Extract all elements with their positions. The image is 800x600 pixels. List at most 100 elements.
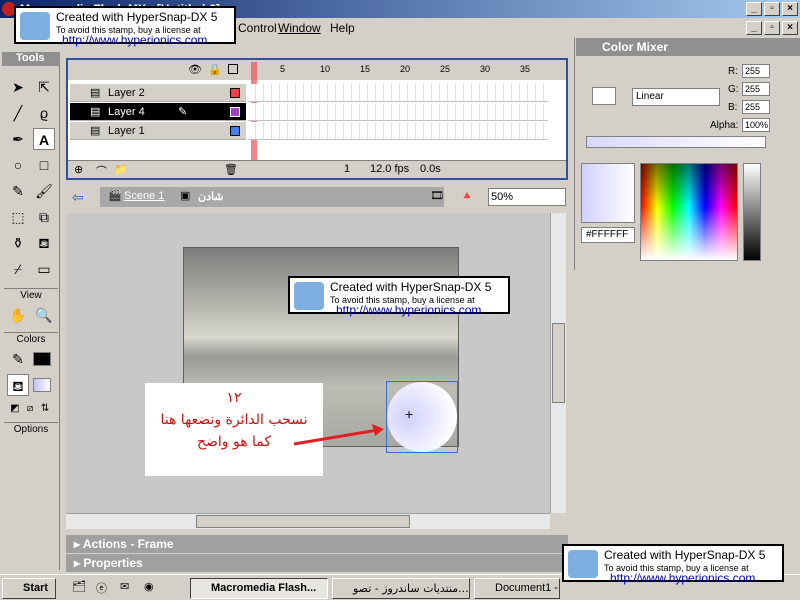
scroll-thumb[interactable]	[552, 323, 565, 403]
scene-link[interactable]: Scene 1	[124, 190, 164, 202]
layer-row[interactable]: ▤ Layer 2	[70, 84, 246, 102]
current-frame: 1	[344, 163, 351, 175]
menu-control[interactable]: Control	[238, 21, 277, 35]
stroke-color-icon[interactable]: ✎	[7, 348, 29, 370]
layer-frames[interactable]	[248, 122, 548, 140]
ink-bottle-tool-icon[interactable]: ⚱	[7, 232, 29, 254]
actions-panel-header[interactable]: ▸ Actions - Frame	[66, 535, 568, 553]
crosshair-icon: +	[405, 406, 414, 422]
horizontal-scrollbar[interactable]	[66, 513, 550, 529]
brightness-slider[interactable]	[743, 163, 761, 261]
annotation-number: ١٢	[226, 390, 242, 406]
insert-folder-icon[interactable]: 📁	[114, 163, 128, 176]
fill-color-icon[interactable]: ⛾	[7, 374, 29, 396]
add-guide-layer-icon[interactable]: ⌒	[96, 163, 107, 179]
delete-layer-icon[interactable]: 🗑	[224, 163, 238, 176]
start-button[interactable]: Start	[2, 578, 56, 599]
layer-frames[interactable]	[248, 84, 548, 102]
gradient-circle[interactable]	[387, 382, 457, 452]
doc-restore-button[interactable]: ▫	[764, 21, 780, 35]
symbol-name: شادن	[198, 191, 224, 203]
free-transform-tool-icon[interactable]: ⬚	[7, 206, 29, 228]
lasso-tool-icon[interactable]: ϱ	[33, 102, 55, 124]
b-label: B:	[728, 102, 738, 113]
taskbar-word[interactable]: Document1 -	[474, 578, 560, 599]
ie-icon[interactable]: ⓔ	[96, 580, 107, 596]
color-mixer-title: Color Mixer	[602, 40, 669, 54]
gradient-definition-bar[interactable]	[586, 136, 766, 148]
vertical-scrollbar[interactable]	[550, 213, 566, 513]
panel-expand-icon: ▸	[74, 537, 83, 551]
edit-symbol-icon[interactable]: 🔺	[460, 189, 474, 202]
restore-button[interactable]: ▫	[764, 2, 780, 16]
paint-bucket-tool-icon[interactable]: ⛾	[33, 232, 55, 254]
insert-layer-icon[interactable]: ⊕	[74, 163, 83, 176]
pen-tool-icon[interactable]: ✒	[7, 128, 29, 150]
actions-panel-title: Actions - Frame	[82, 537, 174, 551]
fill-transform-tool-icon[interactable]: ⧉	[33, 206, 55, 228]
alpha-field[interactable]: 100%	[742, 118, 770, 132]
hand-tool-icon[interactable]: ✋	[7, 304, 29, 326]
layer-name: Layer 2	[108, 87, 145, 99]
taskbar-flash[interactable]: Macromedia Flash...	[190, 578, 328, 599]
frame-rate: 12.0 fps	[370, 163, 410, 175]
zoom-tool-icon[interactable]: 🔍	[33, 304, 55, 326]
layer-row[interactable]: ▤ Layer 4 ✎	[70, 103, 246, 121]
timeline-header: 👁 🔒 5 10 15 20 25 30 35	[68, 60, 566, 80]
line-tool-icon[interactable]: ╱	[7, 102, 29, 124]
frame-tick: 5	[280, 64, 286, 74]
scroll-thumb[interactable]	[196, 515, 410, 528]
text-tool-icon[interactable]: A	[33, 128, 55, 150]
taskbar-browser[interactable]: منتديات ساندروز - تصو...	[332, 578, 470, 599]
eyedropper-tool-icon[interactable]: ⌿	[7, 258, 29, 280]
r-label: R:	[728, 66, 738, 77]
zoom-select[interactable]: 50%	[488, 188, 566, 206]
edit-scene-icon[interactable]: 🎞	[430, 189, 444, 202]
color-mixer-header[interactable]: Color Mixer	[576, 38, 800, 56]
close-button[interactable]: ×	[782, 2, 798, 16]
layer-frames[interactable]	[248, 103, 548, 121]
arrow-tool-icon[interactable]: ➤	[7, 76, 29, 98]
properties-panel-title: Properties	[83, 556, 143, 570]
layer-color-swatch[interactable]	[230, 107, 240, 117]
layer-color-swatch[interactable]	[230, 88, 240, 98]
gradient-circle-selection[interactable]: +	[386, 381, 458, 453]
rectangle-tool-icon[interactable]: □	[33, 154, 55, 176]
fill-type-select[interactable]: Linear	[632, 88, 720, 106]
hypersnap-stamp: Created with HyperSnap-DX 5 To avoid thi…	[288, 276, 510, 317]
color-spectrum[interactable]	[640, 163, 738, 261]
layer-color-swatch[interactable]	[230, 126, 240, 136]
b-field[interactable]: 255	[742, 100, 770, 114]
r-field[interactable]: 255	[742, 64, 770, 78]
stamp-line1: Created with HyperSnap-DX 5	[56, 10, 218, 24]
back-arrow-icon[interactable]: ⇦	[72, 189, 84, 206]
fill-swatch-button[interactable]	[592, 87, 616, 105]
menu-window[interactable]: Window	[278, 21, 321, 35]
hex-field[interactable]: #FFFFFF	[581, 227, 635, 243]
eraser-tool-icon[interactable]: ▭	[33, 258, 55, 280]
frame-tick: 10	[320, 64, 331, 74]
doc-close-button[interactable]: ×	[782, 21, 798, 35]
g-field[interactable]: 255	[742, 82, 770, 96]
properties-panel-header[interactable]: ▸ Properties	[66, 554, 568, 572]
brush-tool-icon[interactable]: 🖌	[33, 180, 55, 202]
fill-color-swatch[interactable]	[33, 378, 51, 392]
outline-icon[interactable]	[228, 64, 238, 74]
frame-tick: 30	[480, 64, 491, 74]
media-icon[interactable]: ◉	[144, 580, 154, 593]
minimize-button[interactable]: _	[746, 2, 762, 16]
oval-tool-icon[interactable]: ○	[7, 154, 29, 176]
outlook-icon[interactable]: ✉	[120, 580, 129, 593]
stamp-line1: Created with HyperSnap-DX 5	[604, 548, 766, 562]
lock-icon[interactable]: 🔒	[208, 63, 222, 76]
pencil-tool-icon[interactable]: ✎	[7, 180, 29, 202]
stroke-color-swatch[interactable]	[33, 352, 51, 366]
doc-minimize-button[interactable]: _	[746, 21, 762, 35]
swap-colors-icon[interactable]: ⇅	[34, 398, 56, 420]
eye-icon[interactable]: 👁	[188, 63, 202, 76]
timeline-footer: ⊕ ⌒ 📁 🗑 1 12.0 fps 0.0s	[68, 160, 566, 178]
subselect-tool-icon[interactable]: ⇱	[33, 76, 55, 98]
menu-help[interactable]: Help	[330, 21, 355, 35]
quicklaunch-icon[interactable]: 🗂	[72, 580, 86, 593]
layer-row[interactable]: ▤ Layer 1	[70, 122, 246, 140]
